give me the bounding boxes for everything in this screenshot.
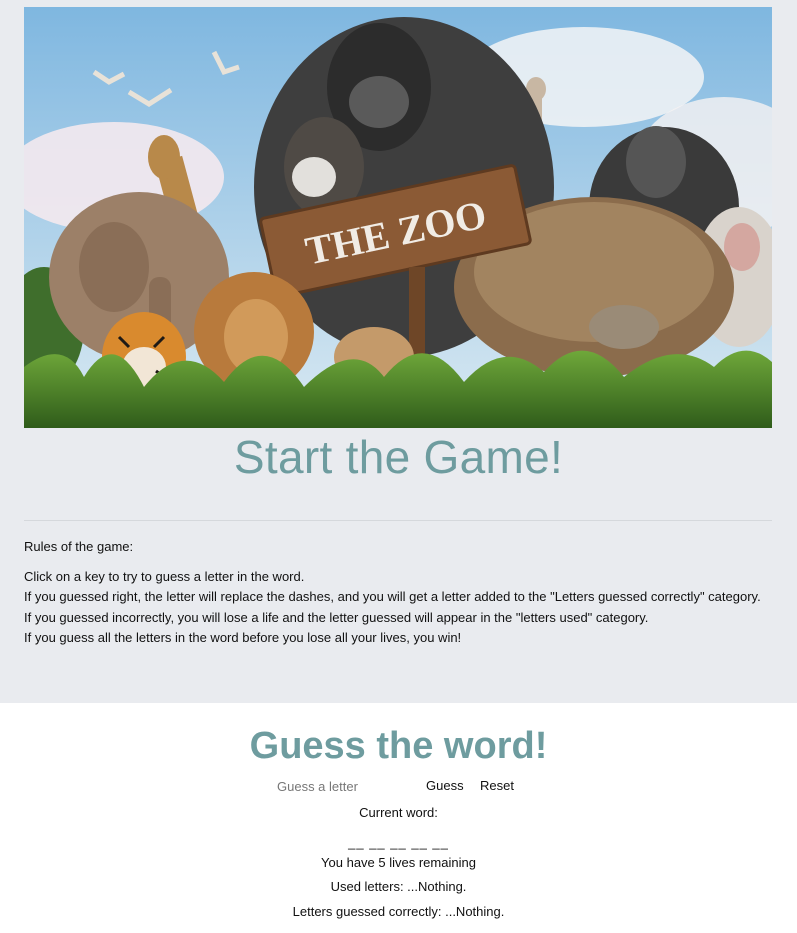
rules-list: Click on a key to try to guess a letter … [24,567,784,648]
rule-item: If you guessed incorrectly, you will los… [24,609,649,625]
lives-remaining: You have 5 lives remaining [321,855,476,870]
zoo-illustration: THE ZOO [24,7,772,428]
rule-item: If you guess all the letters in the word… [24,629,462,645]
hero-image-zoo-animals: THE ZOO [24,7,772,428]
intro-section: THE ZOO Start the Game! Rules of the gam… [0,0,797,703]
game-section: Guess the word! Guess Reset Current word… [0,703,797,933]
word-display: __ __ __ __ __ [348,835,449,850]
rule-item: Click on a key to try to guess a letter … [24,569,305,584]
correct-letters: Letters guessed correctly: ...Nothing. [292,904,505,919]
guess-button[interactable]: Guess [426,777,464,795]
used-letters: Used letters: ...Nothing. [330,879,467,894]
guess-word-title: Guess the word! [249,725,548,767]
rule-item: If you guessed right, the letter will re… [24,589,761,605]
start-game-title: Start the Game! [233,431,564,483]
divider [24,520,772,521]
letter-input[interactable] [272,777,411,795]
current-word-label: Current word: [359,805,438,820]
guess-controls: Guess Reset [0,777,797,797]
reset-button[interactable]: Reset [480,777,514,795]
rules-heading: Rules of the game: [24,539,134,554]
